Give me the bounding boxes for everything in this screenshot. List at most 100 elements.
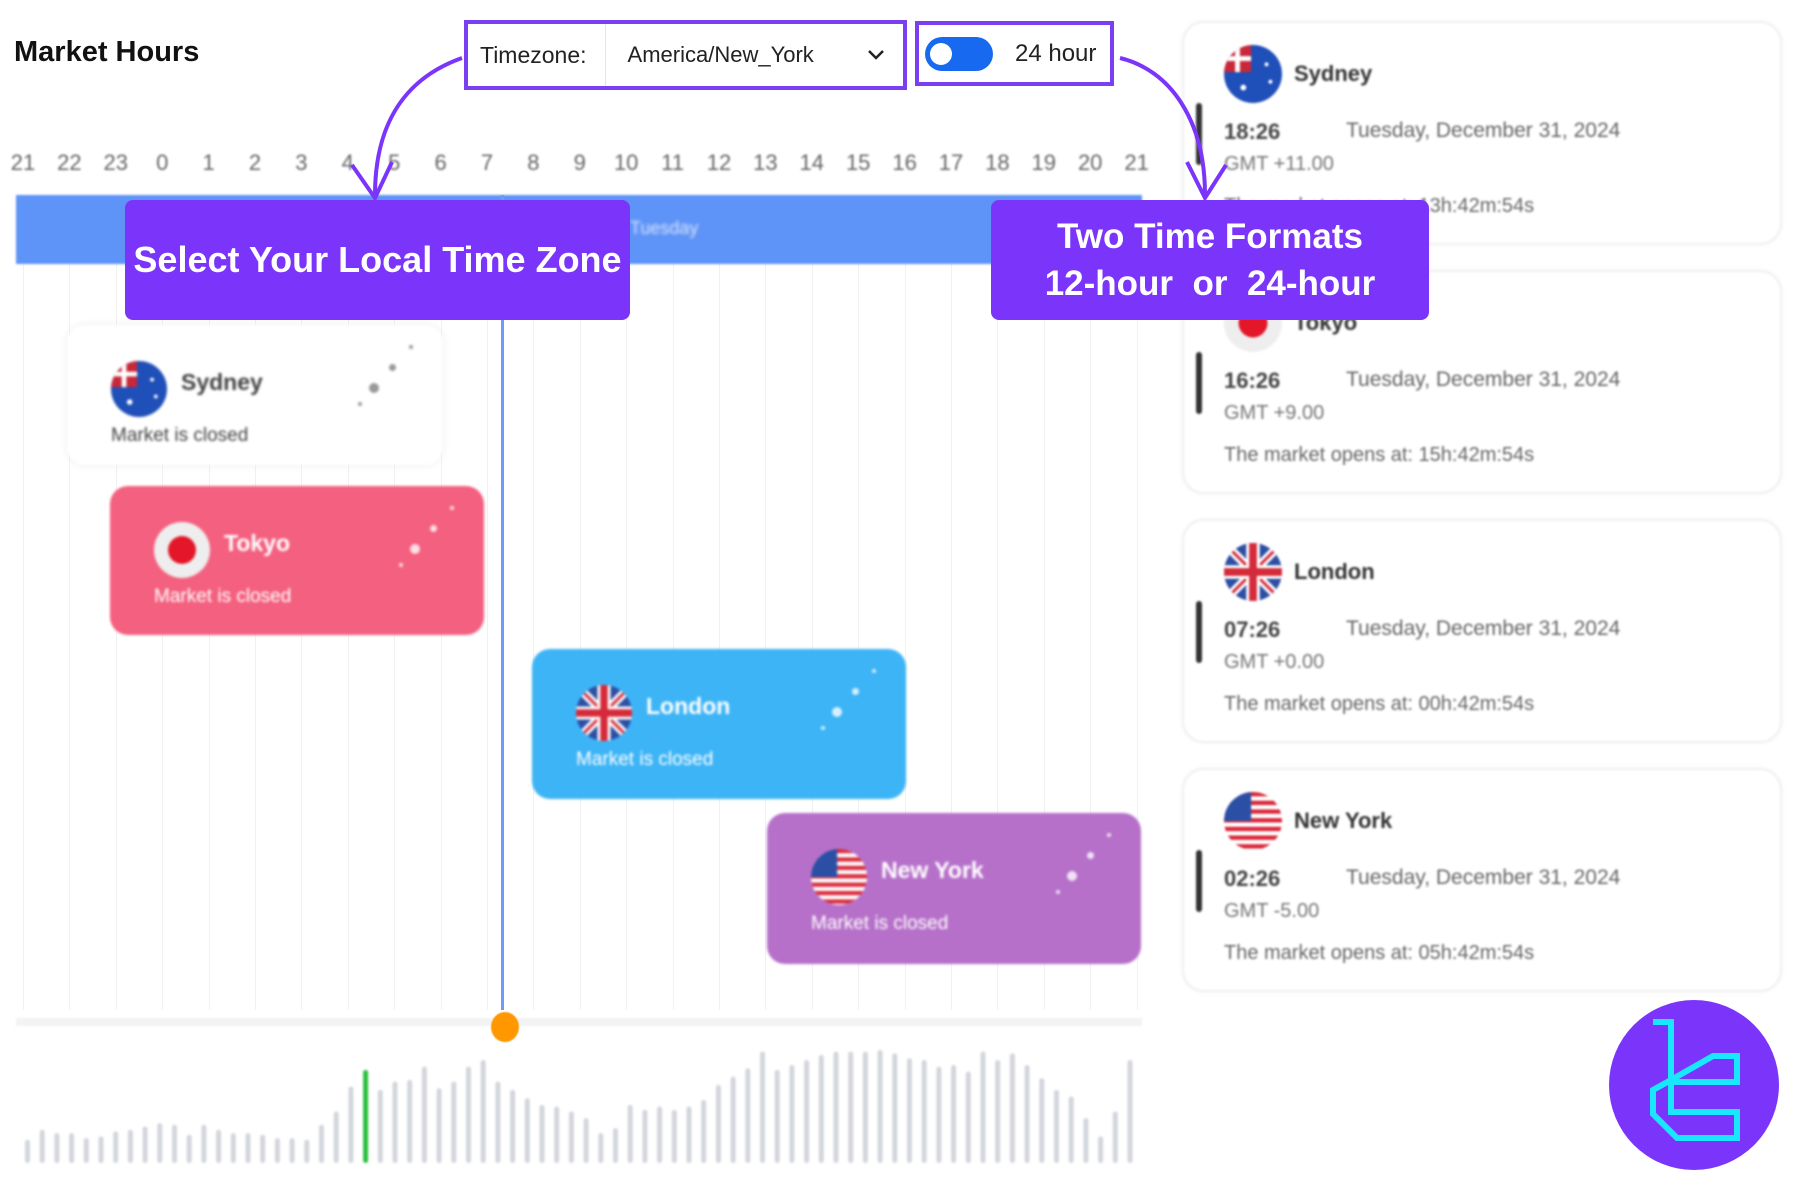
activity-bar (833, 1051, 839, 1163)
activity-bar (1112, 1111, 1118, 1163)
activity-bar (348, 1086, 354, 1163)
sparkle-dot (872, 669, 876, 673)
sparkle-dot (1067, 871, 1077, 881)
timeline-scrubber-handle[interactable] (491, 1012, 519, 1042)
clock-gmt-offset: GMT -5.00 (1224, 900, 1320, 922)
clock-opens-countdown: The market opens at: 15h:42m:54s (1224, 444, 1535, 466)
activity-bar (995, 1059, 1001, 1163)
activity-bar (172, 1124, 177, 1163)
activity-bar (98, 1136, 104, 1163)
japan-flag-icon (154, 522, 210, 578)
activity-bar (363, 1069, 369, 1163)
chevron-down-icon (868, 50, 884, 60)
clock-city: London (1294, 559, 1375, 584)
sparkle-dot (450, 506, 454, 510)
activity-bar (568, 1111, 574, 1163)
hour-label: 15 (845, 150, 871, 175)
callout-format-line2: 12-hour or 24-hour (1044, 264, 1376, 303)
activity-bar (69, 1133, 75, 1163)
session-status: Market is closed (576, 749, 714, 770)
clock-accent-bar (1196, 352, 1202, 414)
timeline-scrubber-track[interactable] (16, 1018, 1142, 1026)
australia-flag-icon (1224, 45, 1282, 103)
activity-bar (1127, 1059, 1133, 1163)
activity-bar (686, 1106, 692, 1163)
hour-label: 13 (753, 150, 778, 175)
session-tokyo[interactable]: Tokyo Market is closed (110, 486, 484, 635)
activity-bar (848, 1051, 854, 1163)
activity-bar (451, 1081, 457, 1163)
activity-bar (495, 1081, 501, 1163)
us-flag-icon (1224, 792, 1282, 850)
sparkle-dot (358, 402, 362, 406)
activity-bar (201, 1124, 207, 1163)
activity-bar (539, 1104, 545, 1163)
time-format-label: 24 hour (1015, 39, 1097, 67)
hour-label: 8 (527, 150, 540, 175)
activity-bar (554, 1106, 560, 1163)
activity-bar (951, 1064, 957, 1163)
grid-line (533, 264, 535, 1010)
activity-bar (877, 1050, 883, 1163)
sparkle-dot (410, 544, 420, 554)
clock-opens-countdown: The market opens at: 00h:42m:54s (1224, 693, 1535, 715)
activity-bar (862, 1051, 868, 1163)
activity-bar (377, 1089, 383, 1163)
timezone-select[interactable]: America/New_York (606, 42, 903, 68)
activity-bar (627, 1104, 633, 1163)
activity-bar (1039, 1078, 1045, 1163)
clock-opens-countdown: The market opens at: 05h:42m:54s (1224, 942, 1535, 964)
activity-bar (1083, 1118, 1089, 1163)
activity-bar (1054, 1089, 1059, 1163)
uk-flag-icon (576, 685, 632, 741)
clock-time: 16:26 (1224, 368, 1281, 393)
session-new-york[interactable]: New York Market is closed (767, 813, 1141, 964)
page-title: Market Hours (14, 36, 200, 68)
activity-bar (671, 1109, 677, 1163)
hour-label: 21 (1124, 150, 1149, 175)
sparkle-dot (1087, 852, 1094, 859)
activity-bar (186, 1134, 192, 1163)
activity-bar (83, 1138, 89, 1163)
activity-bar (510, 1089, 516, 1163)
callout-format-line1: Two Time Formats (1057, 217, 1363, 256)
activity-bar (760, 1051, 765, 1163)
callout-timezone-text: Select Your Local Time Zone (133, 239, 622, 280)
hour-label: 11 (661, 150, 685, 175)
clock-time: 07:26 (1224, 617, 1281, 642)
hour-label: 1 (202, 150, 215, 175)
clock-time: 18:26 (1224, 119, 1281, 144)
hour-label: 9 (573, 150, 586, 175)
activity-bar (436, 1088, 442, 1163)
hour-label: 7 (480, 150, 494, 175)
activity-bar (407, 1079, 413, 1163)
activity-bar (230, 1133, 236, 1163)
clock-gmt-offset: GMT +11.00 (1224, 153, 1334, 175)
session-london[interactable]: London Market is closed (532, 649, 906, 799)
session-city: Sydney (181, 369, 263, 395)
hour-label: 4 (341, 150, 354, 175)
activity-bar (466, 1066, 471, 1163)
hour-label: 6 (434, 150, 447, 175)
activity-bar (613, 1128, 618, 1163)
activity-bar (1009, 1053, 1015, 1163)
session-status: Market is closed (154, 586, 292, 607)
activity-bar (289, 1138, 295, 1163)
hour-label: 10 (613, 150, 639, 175)
timezone-value: America/New_York (627, 42, 814, 67)
activity-bar (157, 1123, 163, 1163)
sparkle-dot (821, 726, 825, 730)
session-city: Tokyo (224, 530, 291, 556)
session-sydney[interactable]: Sydney Market is closed (67, 325, 443, 465)
clock-card-new-york: New York 02:26 Tuesday, December 31, 2024 G… (1182, 768, 1782, 992)
clock-gmt-offset: GMT +0.00 (1224, 651, 1325, 673)
time-format-toggle[interactable] (925, 36, 993, 71)
hour-label: 2 (248, 150, 262, 175)
hour-label: 21 (10, 150, 36, 175)
hour-label: 23 (103, 150, 129, 175)
sparkle-dot (1107, 833, 1111, 837)
hour-label: 20 (1077, 150, 1103, 175)
activity-bar (818, 1054, 824, 1163)
clock-accent-bar (1196, 103, 1202, 165)
activity-bar (274, 1138, 280, 1163)
